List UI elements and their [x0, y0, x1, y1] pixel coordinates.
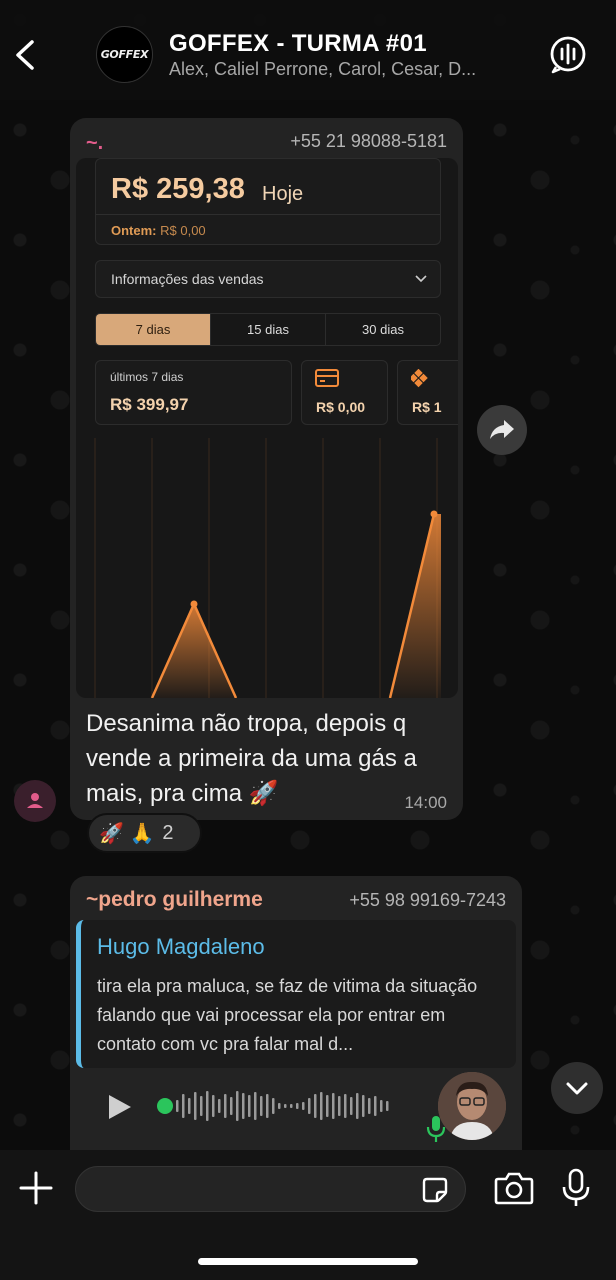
person-icon: [27, 793, 43, 808]
profile-photo: [438, 1072, 506, 1140]
sales-info-dropdown: Informações das vendas: [95, 260, 441, 298]
today-sales-card: R$ 259,38 Hoje Ontem: R$ 0,00: [95, 158, 441, 245]
message-bubble[interactable]: ~pedro guilherme +55 98 99169-7243 Hugo …: [70, 876, 522, 1166]
sales-line-chart: [94, 438, 441, 698]
message-bubble[interactable]: ~. +55 21 98088-5181 R$ 259,38 Hoje Onte…: [70, 118, 463, 820]
last-7-days-card: últimos 7 dias R$ 399,97: [95, 360, 292, 425]
forward-arrow-icon: [490, 420, 514, 439]
tab-30-days: 30 dias: [362, 322, 404, 337]
chevron-down-icon: [415, 275, 427, 283]
sender-phone: +55 98 99169-7243: [349, 890, 506, 910]
chart-point: [430, 510, 438, 518]
message-image[interactable]: R$ 259,38 Hoje Ontem: R$ 0,00 Informaçõe…: [76, 158, 458, 698]
sender-name[interactable]: ~.: [86, 132, 103, 155]
today-amount: R$ 259,38: [111, 173, 245, 205]
scroll-to-bottom-button[interactable]: [551, 1062, 603, 1114]
plus-icon[interactable]: [18, 1170, 54, 1206]
divider: [96, 214, 440, 215]
tab-15-days: 15 dias: [211, 314, 326, 345]
chevron-down-icon: [566, 1082, 588, 1095]
message-composer: [0, 1150, 616, 1280]
quoted-text: tira ela pra maluca, se faz de vitima da…: [97, 976, 478, 1054]
home-indicator[interactable]: [198, 1258, 418, 1265]
today-label: Hoje: [262, 183, 304, 205]
sender-name[interactable]: ~pedro guilherme: [86, 888, 263, 912]
reaction-emojis: 🚀 🙏: [99, 822, 155, 845]
yesterday-label: Ontem:: [111, 223, 157, 238]
group-avatar[interactable]: GOFFEX: [96, 26, 153, 83]
audio-waveform[interactable]: [156, 1086, 411, 1126]
sender-phone: +55 21 98088-5181: [290, 131, 447, 151]
pix-icon: [411, 369, 428, 388]
play-icon[interactable]: [104, 1092, 134, 1122]
back-arrow-icon[interactable]: [8, 28, 44, 80]
chat-header: GOFFEX GOFFEX - TURMA #01 Alex, Caliel P…: [0, 0, 616, 100]
pix-value: R$ 1: [412, 399, 442, 415]
chart-area-fill: [152, 604, 236, 698]
sticker-icon[interactable]: [421, 1176, 449, 1204]
message-timestamp: 14:00: [404, 793, 447, 812]
stat-value: R$ 399,97: [110, 395, 189, 414]
yesterday-row: Ontem: R$ 0,00: [111, 223, 206, 238]
camera-icon[interactable]: [494, 1170, 534, 1206]
quoted-sender: Hugo Magdaleno: [97, 934, 265, 959]
forward-button[interactable]: [477, 405, 527, 455]
credit-card-icon: [315, 369, 339, 387]
group-members[interactable]: Alex, Caliel Perrone, Carol, Cesar, D...: [169, 59, 509, 80]
group-avatar-logo: GOFFEX: [100, 48, 149, 61]
reaction-count: 2: [162, 821, 174, 844]
microphone-icon[interactable]: [561, 1168, 591, 1208]
chart-point: [190, 600, 198, 608]
period-tabs: 7 dias 15 dias 30 dias: [95, 313, 441, 346]
sender-avatar[interactable]: [14, 780, 56, 822]
message-reactions[interactable]: 🚀 🙏 2: [87, 813, 202, 853]
dropdown-label: Informações das vendas: [111, 271, 264, 287]
voice-chat-icon[interactable]: [548, 34, 588, 74]
message-input[interactable]: [75, 1166, 466, 1212]
card-payments-card: R$ 0,00: [301, 360, 388, 425]
stat-label: últimos 7 dias: [110, 370, 184, 384]
pix-payments-card: R$ 1: [397, 360, 458, 425]
microphone-icon: [426, 1116, 446, 1142]
yesterday-value: R$ 0,00: [160, 223, 206, 238]
voice-message: [70, 1072, 522, 1152]
tab-7-days: 7 dias: [96, 314, 211, 345]
message-text: Desanima não tropa, depois q vende a pri…: [86, 710, 417, 807]
quoted-message[interactable]: Hugo Magdaleno tira ela pra maluca, se f…: [76, 920, 516, 1068]
group-name[interactable]: GOFFEX - TURMA #01: [169, 30, 427, 58]
card-value: R$ 0,00: [316, 399, 366, 415]
voice-sender-avatar: [438, 1072, 506, 1140]
